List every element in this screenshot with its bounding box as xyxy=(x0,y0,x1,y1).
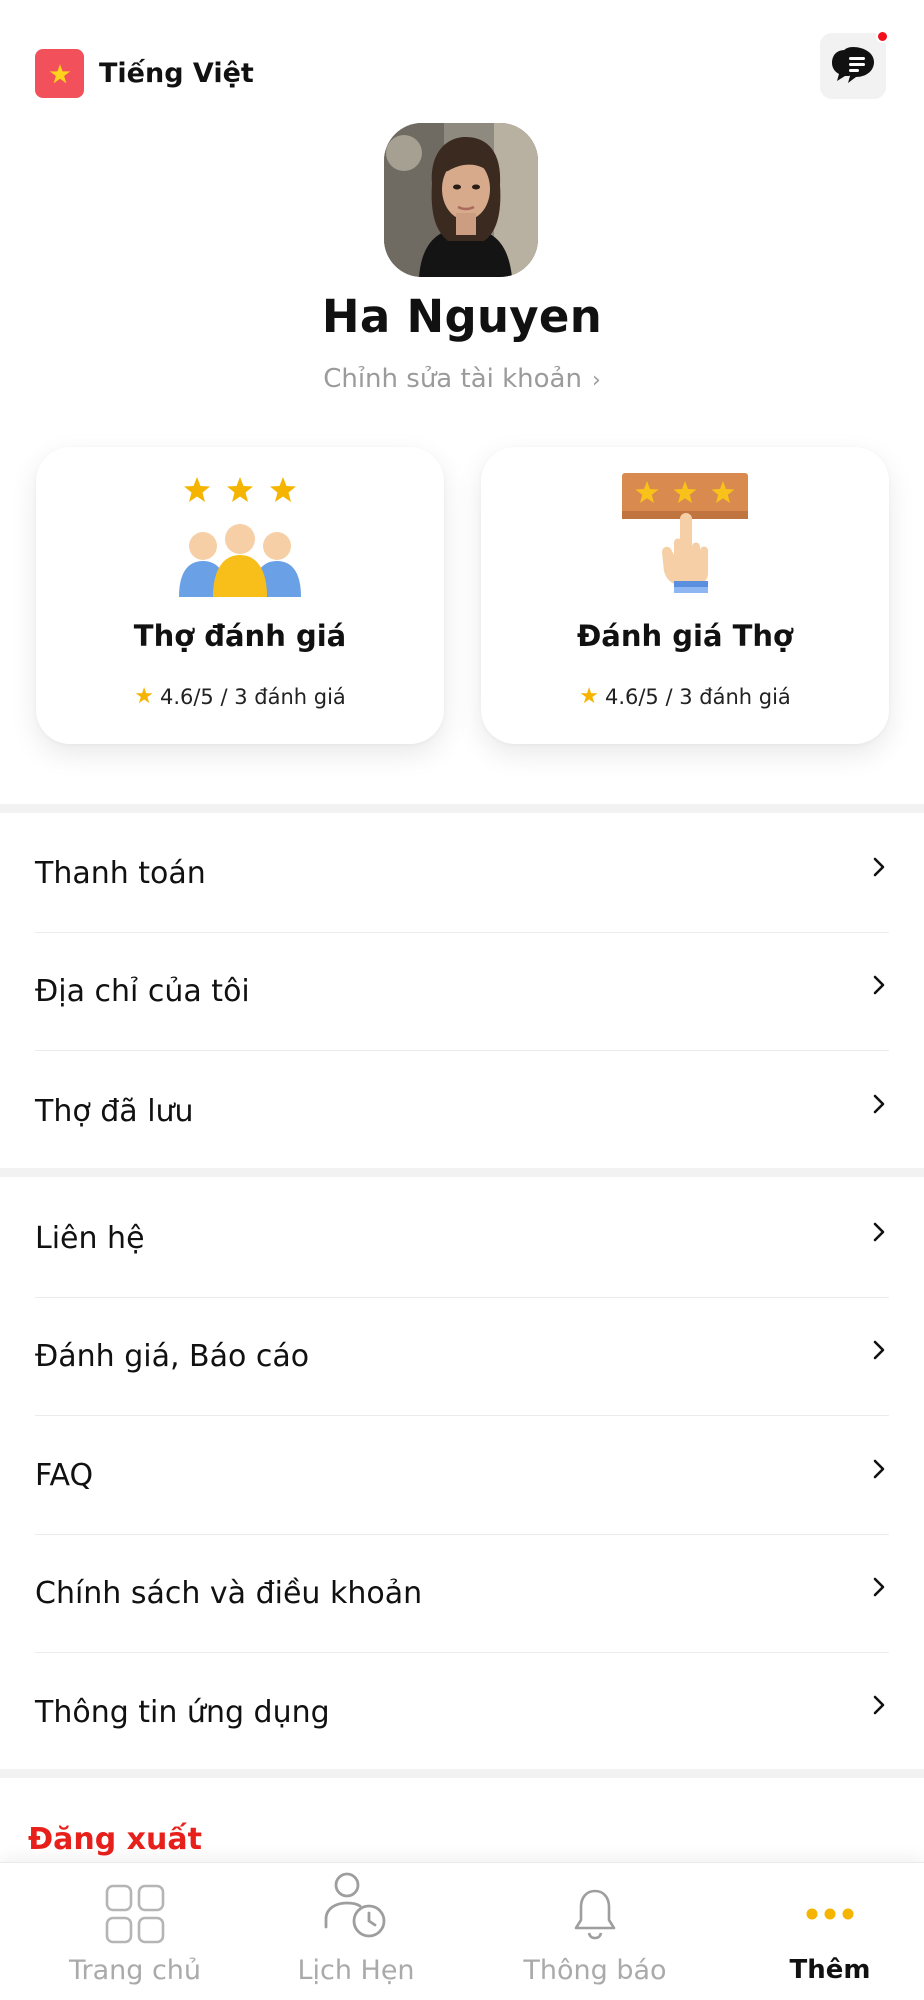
card-title: Đánh giá Thợ xyxy=(577,619,793,653)
chevron-right-icon xyxy=(873,857,885,876)
logout-button[interactable]: Đăng xuất xyxy=(28,1822,202,1857)
menu-item-app-info[interactable]: Thông tin ứng dụng xyxy=(35,1653,889,1771)
nav-label: Trang chủ xyxy=(68,1955,202,1986)
unread-badge xyxy=(876,30,889,43)
rate-worker-card[interactable]: Đánh giá Thợ ★ 4.6/5 / 3 đánh giá xyxy=(481,447,889,744)
menu-item-label: Địa chỉ của tôi xyxy=(35,974,250,1009)
language-label: Tiếng Việt xyxy=(99,58,254,89)
chat-button[interactable] xyxy=(820,30,889,99)
chevron-right-icon xyxy=(873,1094,885,1114)
menu-item-label: Liên hệ xyxy=(35,1221,145,1256)
chevron-right-icon: › xyxy=(591,368,601,393)
bell-icon xyxy=(574,1889,616,1940)
section-divider xyxy=(0,1168,924,1177)
nav-label: Lịch Hẹn xyxy=(297,1955,415,1986)
chevron-right-icon xyxy=(873,1222,885,1241)
star-icon: ★ xyxy=(134,684,154,709)
section-divider xyxy=(0,804,924,813)
chevron-right-icon xyxy=(873,1577,885,1596)
card-title: Thợ đánh giá xyxy=(133,619,347,653)
nav-label: Thêm xyxy=(789,1955,871,1985)
nav-appointments[interactable]: Lịch Hẹn xyxy=(276,1863,436,2000)
card-rating-text: 4.6/5 / 3 đánh giá xyxy=(604,684,791,709)
menu-item-label: Thợ đã lưu xyxy=(35,1093,194,1129)
bottom-nav: Trang chủ Lịch Hẹn Thông báo Thêm xyxy=(0,1862,924,2000)
chevron-right-icon xyxy=(873,975,885,994)
menu-item-contact[interactable]: Liên hệ xyxy=(35,1180,889,1298)
profile-name: Ha Nguyen xyxy=(321,290,603,343)
edit-account-label: Chỉnh sửa tài khoản xyxy=(323,364,582,394)
menu-item-saved-workers[interactable]: Thợ đã lưu xyxy=(35,1052,889,1170)
star-icon: ★ xyxy=(579,684,599,709)
people-rating-icon xyxy=(179,477,301,597)
chevron-right-icon xyxy=(873,1695,885,1715)
user-clock-icon xyxy=(324,1872,386,1938)
nav-notifications[interactable]: Thông báo xyxy=(510,1863,680,2000)
grid-icon xyxy=(105,1884,165,1944)
menu-item-label: Thông tin ứng dụng xyxy=(35,1694,330,1730)
nav-label: Thông báo xyxy=(523,1955,667,1986)
chevron-right-icon xyxy=(873,1459,885,1478)
section-divider xyxy=(0,1769,924,1778)
card-rating-text: 4.6/5 / 3 đánh giá xyxy=(159,684,346,709)
chat-bubbles-icon xyxy=(832,47,874,83)
menu-item-label: FAQ xyxy=(35,1458,94,1493)
nav-more[interactable]: Thêm xyxy=(760,1863,900,2000)
worker-reviews-card[interactable]: Thợ đánh giá ★ 4.6/5 / 3 đánh giá xyxy=(36,447,444,744)
menu-item-my-address[interactable]: Địa chỉ của tôi xyxy=(35,933,889,1051)
language-selector[interactable]: Tiếng Việt xyxy=(35,49,254,98)
menu-item-label: Thanh toán xyxy=(35,856,206,891)
menu-item-label: Chính sách và điều khoản xyxy=(35,1576,423,1611)
avatar[interactable] xyxy=(384,123,538,277)
menu-item-label: Đánh giá, Báo cáo xyxy=(35,1339,310,1374)
menu-item-reviews-reports[interactable]: Đánh giá, Báo cáo xyxy=(35,1298,889,1416)
menu-item-faq[interactable]: FAQ xyxy=(35,1417,889,1535)
menu-item-payment[interactable]: Thanh toán xyxy=(35,815,889,933)
menu-item-policy-terms[interactable]: Chính sách và điều khoản xyxy=(35,1535,889,1653)
vietnam-flag-icon xyxy=(35,49,84,98)
edit-account-link[interactable]: Chỉnh sửa tài khoản › xyxy=(0,364,924,394)
chevron-right-icon xyxy=(873,1340,885,1359)
hand-rating-icon xyxy=(622,473,748,593)
nav-home[interactable]: Trang chủ xyxy=(55,1863,215,2000)
more-dots-icon xyxy=(806,1908,854,1920)
